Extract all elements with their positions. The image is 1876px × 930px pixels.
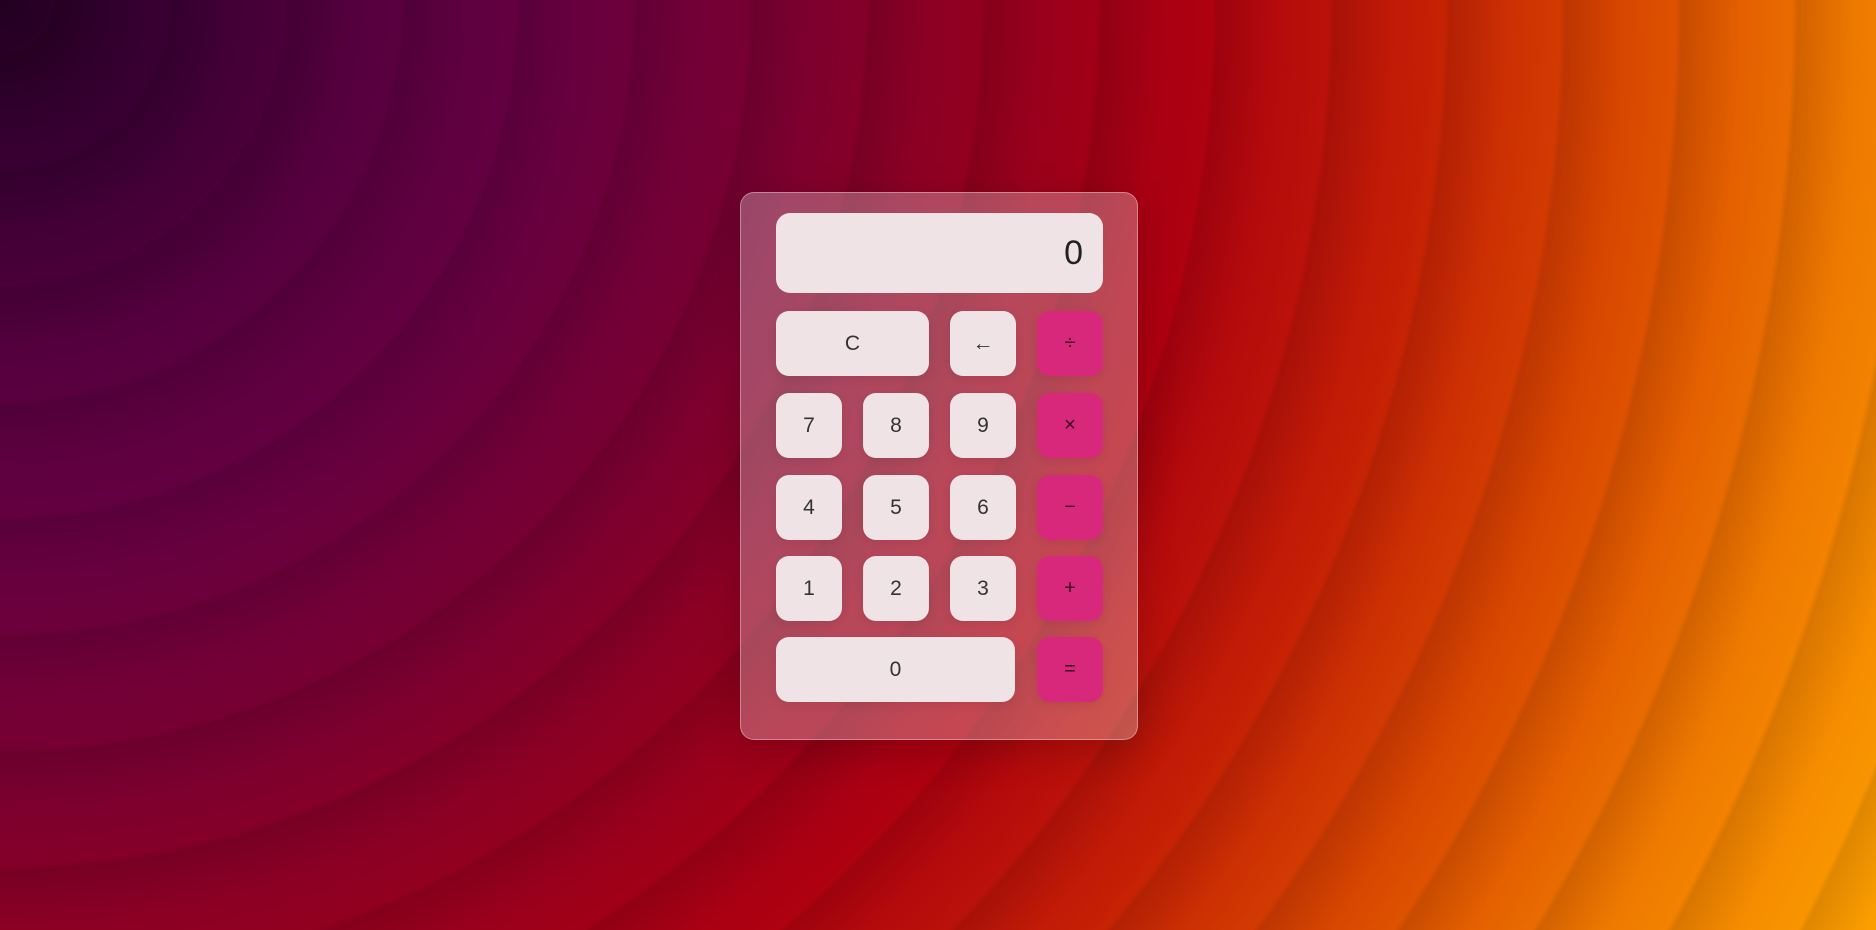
digit-9-button[interactable]: 9 [950,393,1016,458]
equals-button[interactable]: = [1037,637,1103,702]
digit-2-button[interactable]: 2 [863,556,929,621]
digit-0-button[interactable]: 0 [776,637,1015,702]
clear-button[interactable]: C [776,311,929,376]
calculator-display: 0 [776,213,1103,293]
add-button[interactable]: + [1037,556,1103,621]
backspace-button[interactable]: ← [950,311,1016,376]
digit-7-button[interactable]: 7 [776,393,842,458]
digit-5-button[interactable]: 5 [863,475,929,540]
digit-1-button[interactable]: 1 [776,556,842,621]
calculator-panel: 0 C ← ÷ 7 8 9 × 4 5 6 − 1 2 3 + 0 = [740,192,1138,740]
digit-4-button[interactable]: 4 [776,475,842,540]
divide-button[interactable]: ÷ [1037,311,1103,376]
subtract-button[interactable]: − [1037,475,1103,540]
digit-6-button[interactable]: 6 [950,475,1016,540]
multiply-button[interactable]: × [1037,393,1103,458]
digit-3-button[interactable]: 3 [950,556,1016,621]
digit-8-button[interactable]: 8 [863,393,929,458]
